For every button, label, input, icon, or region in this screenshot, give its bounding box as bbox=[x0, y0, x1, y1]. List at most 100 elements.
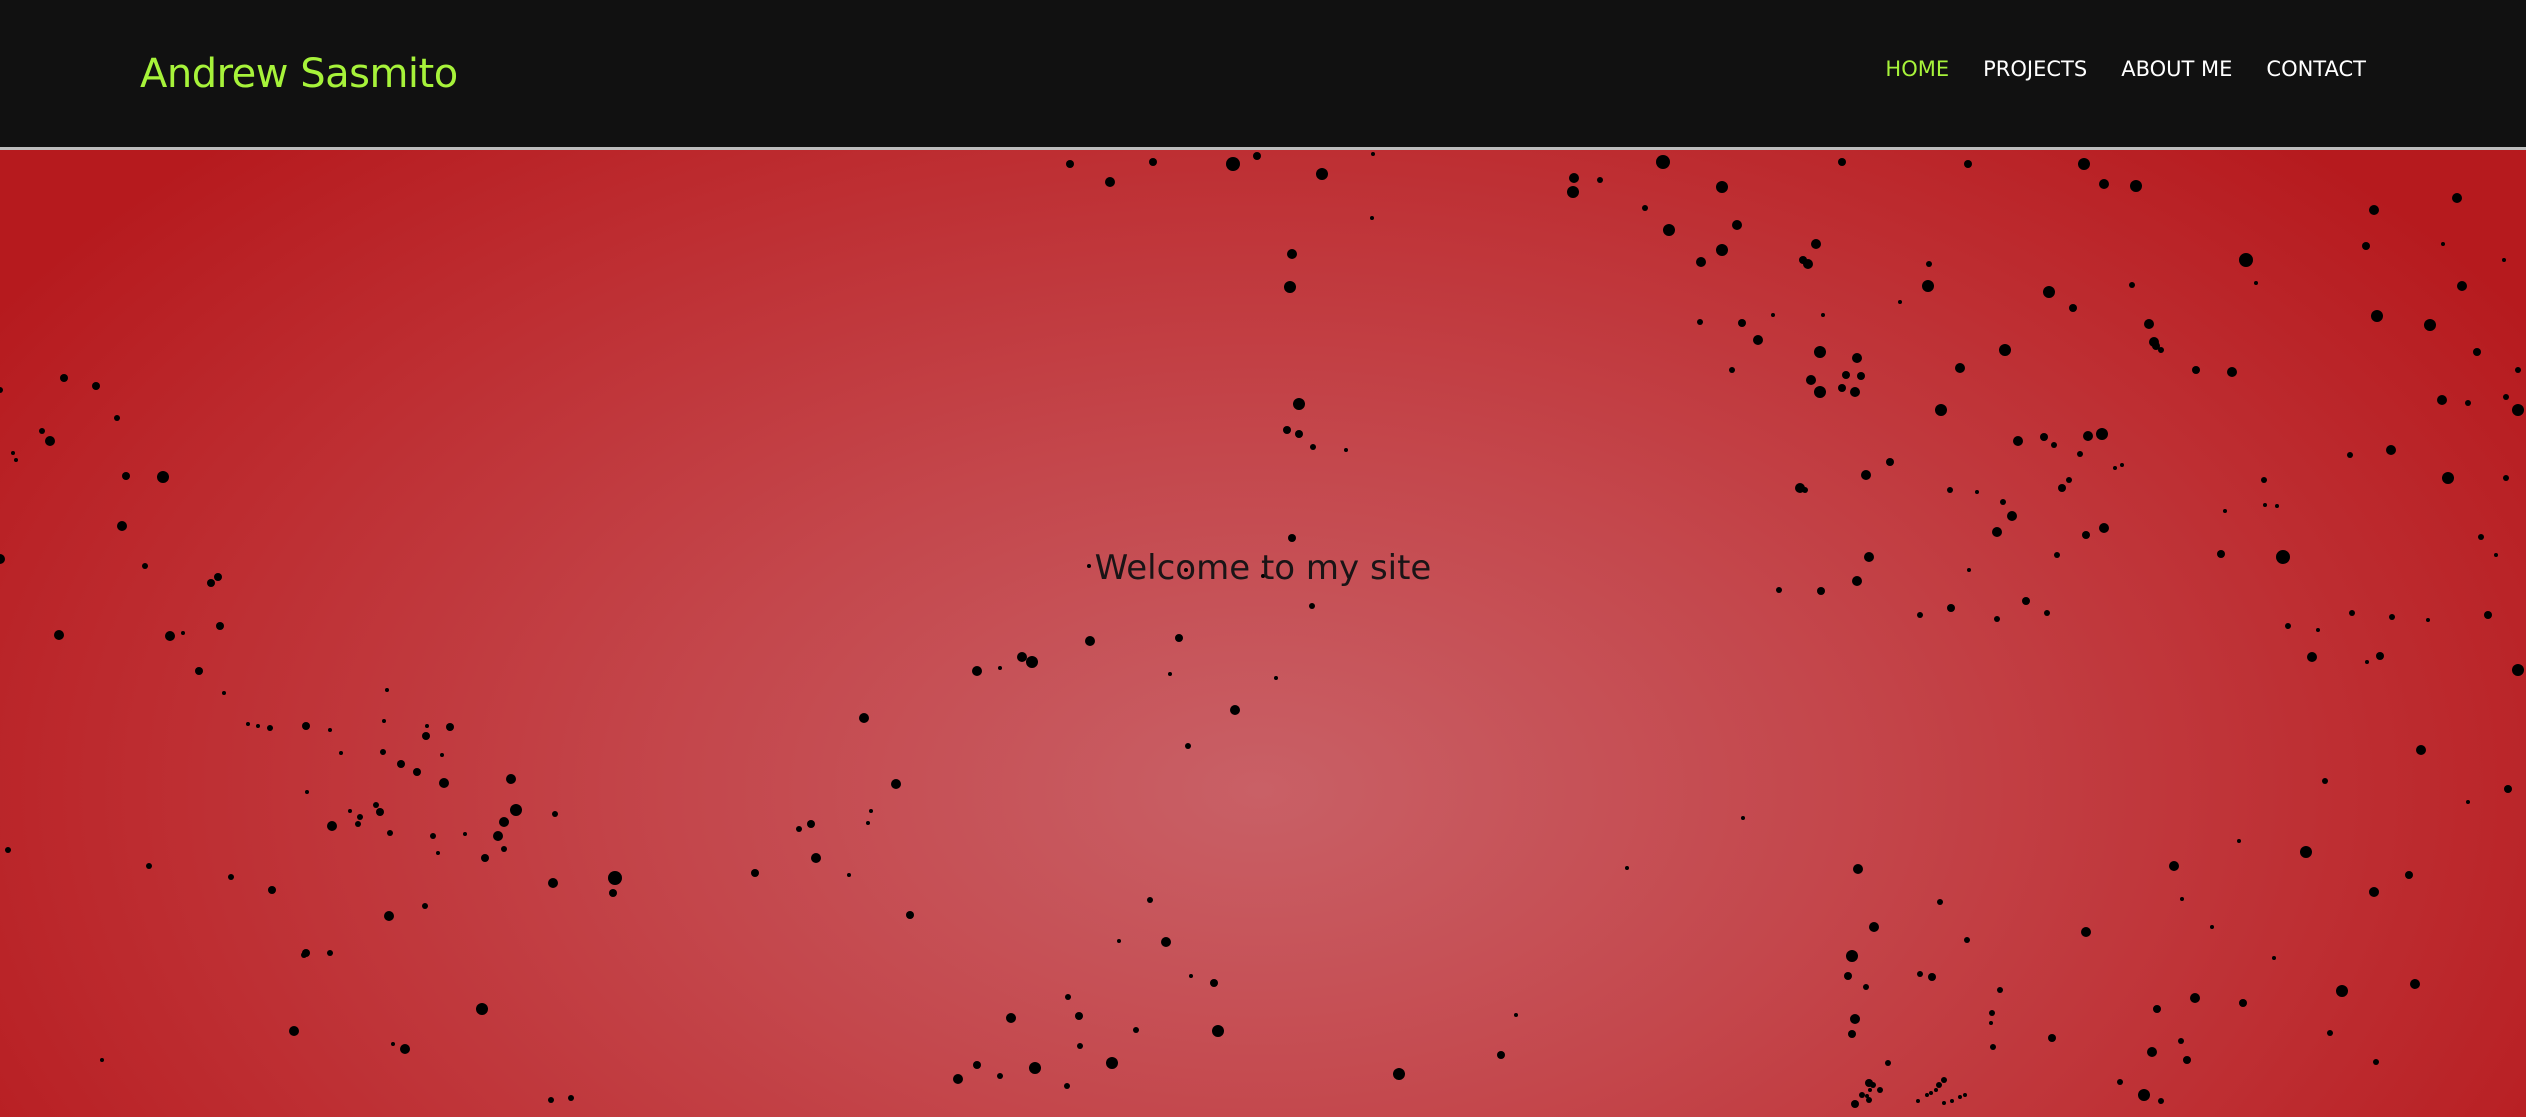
particle-dot bbox=[1293, 398, 1305, 410]
particle-dot bbox=[1029, 1062, 1041, 1074]
particle-dot bbox=[2117, 1079, 2123, 1085]
particle-dot bbox=[1075, 1012, 1083, 1020]
particle-dot bbox=[1802, 487, 1808, 493]
particle-dot bbox=[387, 830, 393, 836]
particle-dot bbox=[1716, 181, 1728, 193]
particle-dot bbox=[1105, 177, 1115, 187]
particle-dot bbox=[1950, 1099, 1954, 1103]
particle-dot bbox=[2316, 628, 2320, 632]
particle-dot bbox=[499, 817, 509, 827]
particle-dot bbox=[100, 1058, 104, 1062]
particle-dot bbox=[2239, 253, 2253, 267]
particle-dot bbox=[2223, 509, 2227, 513]
particle-dot bbox=[2081, 927, 2091, 937]
particle-dot bbox=[1814, 346, 1826, 358]
particle-dot bbox=[1877, 1087, 1883, 1093]
particle-dot bbox=[609, 889, 617, 897]
particle-dot bbox=[1295, 430, 1303, 438]
main-nav: HOME PROJECTS ABOUT ME CONTACT bbox=[1885, 52, 2366, 86]
particle-dot bbox=[1212, 1025, 1224, 1037]
particle-dot bbox=[1696, 257, 1706, 267]
particle-dot bbox=[1935, 404, 1947, 416]
particle-dot bbox=[216, 622, 224, 630]
particle-dot bbox=[373, 802, 379, 808]
particle-dot bbox=[1006, 1013, 1016, 1023]
particle-dot bbox=[2138, 1089, 2150, 1101]
particle-dot bbox=[1922, 280, 1934, 292]
particle-dot bbox=[2261, 477, 2267, 483]
particle-dot bbox=[2192, 366, 2200, 374]
particle-dot bbox=[1597, 177, 1603, 183]
particle-dot bbox=[548, 1097, 554, 1103]
particle-dot bbox=[2371, 310, 2383, 322]
particle-dot bbox=[2503, 475, 2509, 481]
particle-dot bbox=[2405, 871, 2413, 879]
particle-dot bbox=[2503, 394, 2509, 400]
particle-dot bbox=[1316, 168, 1328, 180]
particle-dot bbox=[446, 723, 454, 731]
particle-dot bbox=[376, 808, 384, 816]
particle-dot bbox=[1859, 1092, 1865, 1098]
particle-dot bbox=[11, 451, 15, 455]
particle-dot bbox=[1852, 353, 1862, 363]
particle-dot bbox=[60, 374, 68, 382]
site-brand[interactable]: Andrew Sasmito bbox=[140, 44, 458, 104]
particle-dot bbox=[157, 471, 169, 483]
particle-dot bbox=[2048, 1034, 2056, 1042]
particle-dot bbox=[998, 666, 1002, 670]
particle-dot bbox=[384, 911, 394, 921]
particle-dot bbox=[2158, 1098, 2164, 1104]
particle-dot bbox=[2180, 897, 2184, 901]
particle-dot bbox=[2441, 242, 2445, 246]
particle-dot bbox=[1185, 743, 1191, 749]
particle-dot bbox=[1370, 216, 1374, 220]
hero-section: Welcome to my site bbox=[0, 150, 2526, 1117]
particle-dot bbox=[1886, 458, 1894, 466]
particle-dot bbox=[1942, 1101, 1946, 1105]
particle-dot bbox=[440, 753, 444, 757]
particle-dot bbox=[1284, 281, 1296, 293]
particle-dot bbox=[510, 804, 522, 816]
particle-dot bbox=[2099, 523, 2109, 533]
particle-dot bbox=[1964, 937, 1970, 943]
nav-projects-link[interactable]: PROJECTS bbox=[1983, 52, 2087, 86]
particle-dot bbox=[1926, 261, 1932, 267]
particle-dot bbox=[1863, 984, 1869, 990]
particle-dot bbox=[385, 688, 389, 692]
particle-dot bbox=[1344, 448, 1348, 452]
particle-dot bbox=[972, 666, 982, 676]
particle-dot bbox=[1842, 371, 1850, 379]
particle-dot bbox=[1868, 1088, 1872, 1092]
particle-dot bbox=[2347, 452, 2353, 458]
particle-dot bbox=[2369, 887, 2379, 897]
particle-background bbox=[0, 152, 2524, 1108]
particle-dot bbox=[1838, 158, 1846, 166]
particle-dot bbox=[2130, 180, 2142, 192]
nav-about-link[interactable]: ABOUT ME bbox=[2121, 52, 2232, 86]
particle-dot bbox=[2066, 477, 2072, 483]
nav-home-link[interactable]: HOME bbox=[1885, 52, 1949, 86]
particle-dot bbox=[859, 713, 869, 723]
particle-dot bbox=[267, 725, 273, 731]
particle-dot bbox=[439, 778, 449, 788]
particle-dot bbox=[2386, 445, 2396, 455]
welcome-heading: Welcome to my site bbox=[1094, 548, 1432, 588]
particle-dot bbox=[501, 846, 507, 852]
nav-contact-link[interactable]: CONTACT bbox=[2266, 52, 2366, 86]
particle-dot bbox=[1861, 470, 1871, 480]
particle-dot bbox=[1741, 816, 1745, 820]
particle-dot bbox=[339, 751, 343, 755]
particle-dot bbox=[1310, 444, 1316, 450]
particle-dot bbox=[1168, 672, 1172, 676]
particle-dot bbox=[2373, 1059, 2379, 1065]
particle-dot bbox=[1928, 973, 1936, 981]
particle-dot bbox=[1885, 1060, 1891, 1066]
particle-dot bbox=[2178, 1038, 2184, 1044]
particle-dot bbox=[847, 873, 851, 877]
particle-dot bbox=[2144, 319, 2154, 329]
particle-dot bbox=[2043, 286, 2055, 298]
particle-dot bbox=[1716, 244, 1728, 256]
particle-dot bbox=[973, 1061, 981, 1069]
particle-dot bbox=[2069, 304, 2077, 312]
particle-dot bbox=[1085, 636, 1095, 646]
